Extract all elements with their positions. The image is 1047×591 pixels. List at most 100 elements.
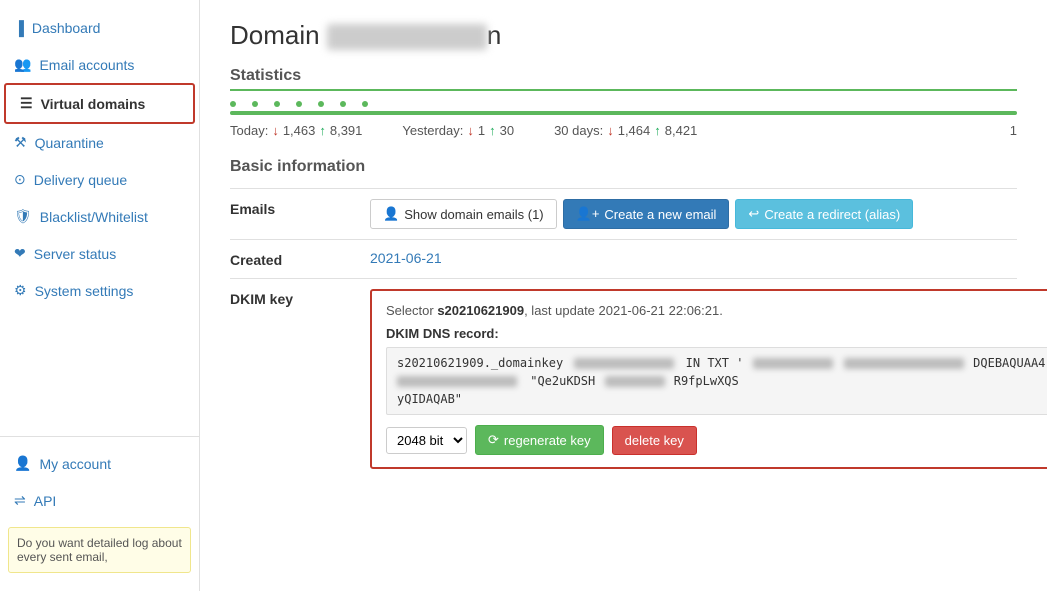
quarantine-icon: ⚒	[14, 134, 27, 151]
key-size-select[interactable]: 2048 bit 1024 bit 4096 bit	[386, 427, 467, 454]
sidebar-item-api-label: API	[34, 493, 57, 509]
dkim-dns-line2: "Qe2uKDSH R9fpLwXQS	[397, 374, 1045, 388]
show-domain-emails-button[interactable]: 👤 Show domain emails (1)	[370, 199, 557, 229]
created-label: Created	[230, 250, 370, 268]
create-redirect-label: Create a redirect (alias)	[764, 207, 900, 222]
yesterday-down-value: 1	[478, 123, 485, 138]
show-domain-emails-icon: 👤	[383, 206, 399, 222]
dkim-box: Selector s20210621909, last update 2021-…	[370, 289, 1047, 469]
sidebar-item-virtual-domains[interactable]: ☰ Virtual domains	[4, 83, 195, 124]
stats-dot	[362, 101, 368, 107]
email-buttons: 👤 Show domain emails (1) 👤+ Create a new…	[370, 199, 1017, 229]
sidebar-item-email-accounts[interactable]: 👥 Email accounts	[0, 46, 199, 83]
today-label: Today:	[230, 123, 268, 138]
statistics-section: Statistics Today: ↓ 1,463 ↑ 8,391	[230, 67, 1017, 138]
dkim-value: Selector s20210621909, last update 2021-…	[370, 289, 1047, 469]
emails-row: Emails 👤 Show domain emails (1) 👤+ Creat…	[230, 188, 1017, 239]
sidebar-item-quarantine[interactable]: ⚒ Quarantine	[0, 124, 199, 161]
basic-info-title: Basic information	[230, 158, 1017, 176]
sidebar-item-my-account[interactable]: 👤 My account	[0, 445, 199, 482]
regenerate-key-button[interactable]: ⟳ regenerate key	[475, 425, 604, 455]
api-icon: ⇌	[14, 492, 26, 509]
create-redirect-button[interactable]: ↩ Create a redirect (alias)	[735, 199, 913, 229]
create-redirect-icon: ↩	[748, 206, 759, 222]
sidebar-item-my-account-label: My account	[39, 456, 111, 472]
today-stats: Today: ↓ 1,463 ↑ 8,391	[230, 123, 362, 138]
yesterday-label: Yesterday:	[402, 123, 463, 138]
created-date-link[interactable]: 2021-06-21	[370, 250, 442, 266]
dashboard-icon: ▐	[14, 20, 24, 36]
sidebar-item-system-settings-label: System settings	[35, 283, 134, 299]
yesterday-stats: Yesterday: ↓ 1 ↑ 30	[402, 123, 514, 138]
stats-dot	[274, 101, 280, 107]
yesterday-up-value: 30	[500, 123, 514, 138]
create-new-email-button[interactable]: 👤+ Create a new email	[563, 199, 730, 229]
today-down-value: 1,463	[283, 123, 316, 138]
stats-bar	[230, 111, 1017, 115]
sidebar-item-api[interactable]: ⇌ API	[0, 482, 199, 519]
emails-label: Emails	[230, 199, 370, 217]
emails-value: 👤 Show domain emails (1) 👤+ Create a new…	[370, 199, 1017, 229]
stats-dot	[340, 101, 346, 107]
sidebar-bottom: 👤 My account ⇌ API Do you want detailed …	[0, 436, 199, 581]
dkim-dns-label: DKIM DNS record:	[386, 326, 1047, 341]
30days-up-value: 8,421	[665, 123, 698, 138]
basic-info-section: Basic information Emails 👤 Show domain e…	[230, 158, 1017, 479]
yesterday-up-arrow: ↑	[489, 123, 496, 138]
sidebar: ▐ Dashboard 👥 Email accounts ☰ Virtual d…	[0, 0, 200, 591]
30days-down-value: 1,464	[618, 123, 651, 138]
stats-dot	[318, 101, 324, 107]
server-status-icon: ❤	[14, 245, 26, 262]
stats-dot	[252, 101, 258, 107]
sidebar-item-dashboard-label: Dashboard	[32, 20, 101, 36]
sidebar-item-blacklist-label: Blacklist/Whitelist	[40, 209, 148, 225]
created-row: Created 2021-06-21	[230, 239, 1017, 278]
sidebar-item-delivery-queue[interactable]: ⊙ Delivery queue	[0, 161, 199, 198]
delivery-queue-icon: ⊙	[14, 171, 26, 188]
dkim-dns-record: s20210621909._domainkey IN TXT ' DQEBAQU…	[386, 347, 1047, 415]
sidebar-item-delivery-queue-label: Delivery queue	[34, 172, 127, 188]
create-new-email-label: Create a new email	[604, 207, 716, 222]
dkim-label: DKIM key	[230, 289, 370, 307]
dkim-row: DKIM key Selector s20210621909, last upd…	[230, 278, 1017, 479]
regenerate-icon: ⟳	[488, 432, 499, 448]
statistics-title: Statistics	[230, 67, 1017, 91]
dkim-selector-info: Selector s20210621909, last update 2021-…	[386, 303, 1047, 318]
stats-numbers: Today: ↓ 1,463 ↑ 8,391 Yesterday: ↓ 1 ↑ …	[230, 123, 1017, 138]
sidebar-item-quarantine-label: Quarantine	[35, 135, 104, 151]
sidebar-item-virtual-domains-label: Virtual domains	[41, 96, 146, 112]
today-down-arrow: ↓	[272, 123, 279, 138]
30days-up-arrow: ↑	[654, 123, 661, 138]
created-value: 2021-06-21	[370, 250, 1017, 266]
dkim-dns-line3: yQIDAQAB"	[397, 392, 1045, 406]
blacklist-icon: 🛡	[14, 208, 32, 225]
my-account-icon: 👤	[14, 455, 31, 472]
regenerate-key-label: regenerate key	[504, 433, 591, 448]
stats-dot	[230, 101, 236, 107]
show-domain-emails-label: Show domain emails (1)	[404, 207, 543, 222]
sidebar-item-system-settings[interactable]: ⚙ System settings	[0, 272, 199, 309]
today-up-value: 8,391	[330, 123, 363, 138]
sidebar-item-dashboard[interactable]: ▐ Dashboard	[0, 10, 199, 46]
sidebar-item-email-accounts-label: Email accounts	[39, 57, 134, 73]
system-settings-icon: ⚙	[14, 282, 27, 299]
page-number: 1	[1010, 123, 1017, 138]
create-email-icon: 👤+	[576, 206, 600, 222]
email-accounts-icon: 👥	[14, 56, 31, 73]
30days-stats: 30 days: ↓ 1,464 ↑ 8,421	[554, 123, 697, 138]
main-content: Domain n Statistics Today: ↓ 1,463 ↑ 8,3	[200, 0, 1047, 591]
30days-label: 30 days:	[554, 123, 603, 138]
dkim-actions: 2048 bit 1024 bit 4096 bit ⟳ regenerate …	[386, 425, 1047, 455]
sidebar-item-server-status[interactable]: ❤ Server status	[0, 235, 199, 272]
dkim-selector-value: s20210621909	[437, 303, 524, 318]
delete-key-button[interactable]: delete key	[612, 426, 697, 455]
stats-dot	[296, 101, 302, 107]
sidebar-note: Do you want detailed log about every sen…	[8, 527, 191, 573]
sidebar-item-server-status-label: Server status	[34, 246, 116, 262]
page-title: Domain n	[230, 20, 1017, 51]
today-up-arrow: ↑	[319, 123, 326, 138]
dkim-dns-line1: s20210621909._domainkey IN TXT ' DQEBAQU…	[397, 356, 1045, 370]
virtual-domains-icon: ☰	[20, 95, 33, 112]
delete-key-label: delete key	[625, 433, 684, 448]
sidebar-item-blacklist-whitelist[interactable]: 🛡 Blacklist/Whitelist	[0, 198, 199, 235]
